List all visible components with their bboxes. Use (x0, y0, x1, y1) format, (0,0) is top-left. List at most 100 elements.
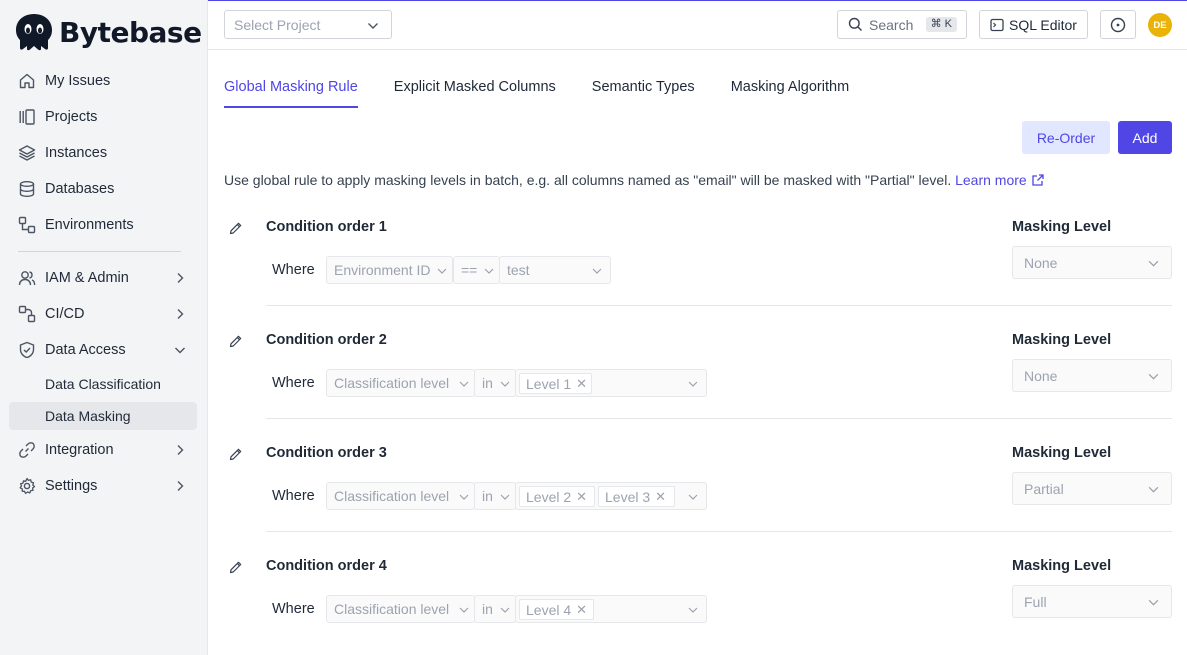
environments-icon (17, 215, 37, 235)
chevron-down-icon (1148, 260, 1159, 267)
sidebar-item-label: Data Masking (45, 408, 131, 424)
pencil-icon[interactable] (228, 334, 243, 349)
masking-level-select[interactable]: Full (1012, 585, 1172, 618)
tab-explicit-masked-columns[interactable]: Explicit Masked Columns (394, 70, 556, 108)
sql-editor-label: SQL Editor (1009, 16, 1077, 33)
rule-divider (266, 531, 1172, 532)
tab-label: Masking Algorithm (730, 79, 850, 95)
pencil-icon[interactable] (228, 221, 243, 236)
masking-level-value: Full (1024, 593, 1047, 610)
masking-level-select[interactable]: Partial (1012, 472, 1172, 505)
tab-semantic-types[interactable]: Semantic Types (592, 70, 695, 108)
close-icon[interactable]: ✕ (655, 489, 666, 505)
value-tag: Level 1 ✕ (519, 373, 592, 394)
sidebar-item-integration[interactable]: Integration (9, 436, 197, 464)
sidebar-item-label: Environments (45, 217, 134, 233)
value-tag: Level 2 ✕ (519, 486, 595, 507)
chevron-down-icon (175, 347, 185, 354)
operator-select[interactable]: in (474, 369, 516, 397)
value-tag-label: Level 3 (605, 488, 651, 505)
chevron-right-icon (177, 309, 184, 319)
sidebar-item-iam-admin[interactable]: IAM & Admin (9, 264, 197, 292)
pencil-icon[interactable] (228, 447, 243, 462)
chevron-right-icon (177, 481, 184, 491)
logo[interactable]: Bytebase (14, 13, 202, 51)
top-header: Select Project Search ⌘ K SQL Editor DE (208, 1, 1187, 50)
rule-title: Condition order 2 (266, 332, 387, 348)
chevron-down-icon (500, 607, 510, 613)
masking-level-value: Partial (1024, 480, 1064, 497)
factor-select[interactable]: Classification level (326, 482, 475, 510)
project-select[interactable]: Select Project (224, 10, 392, 39)
masking-level-select[interactable]: None (1012, 246, 1172, 279)
pencil-icon[interactable] (228, 560, 243, 575)
close-icon[interactable]: ✕ (576, 602, 587, 618)
value-multiselect[interactable]: Level 1 ✕ (515, 369, 707, 397)
sidebar-item-databases[interactable]: Databases (9, 175, 197, 203)
sidebar-subitem-data-masking[interactable]: Data Masking (9, 402, 197, 430)
chevron-right-icon (177, 445, 184, 455)
value-tag-label: Level 2 (526, 488, 572, 505)
value-select[interactable]: test (499, 256, 611, 284)
operator-select[interactable]: == (453, 256, 500, 284)
sidebar-item-settings[interactable]: Settings (9, 472, 197, 500)
value-tag-label: Level 1 (526, 375, 572, 392)
operator-select[interactable]: in (474, 595, 516, 623)
help-circle-icon (1110, 17, 1126, 32)
where-label: Where (272, 262, 315, 278)
chevron-down-icon (437, 268, 447, 274)
masking-level-select[interactable]: None (1012, 359, 1172, 392)
search-shortcut: ⌘ K (925, 17, 957, 32)
chevron-down-icon (592, 268, 602, 274)
masking-level-label: Masking Level (1012, 445, 1112, 461)
sidebar-item-my-issues[interactable]: My Issues (9, 67, 197, 95)
learn-more-link[interactable]: Learn more (955, 172, 1044, 188)
chevron-down-icon (459, 494, 469, 500)
project-select-placeholder: Select Project (234, 16, 321, 33)
masking-tabs: Global Masking Rule Explicit Masked Colu… (224, 70, 849, 108)
search-button[interactable]: Search ⌘ K (837, 10, 967, 39)
value-multiselect[interactable]: Level 2 ✕ Level 3 ✕ (515, 482, 707, 510)
avatar-initials: DE (1153, 19, 1167, 31)
sidebar-item-environments[interactable]: Environments (9, 211, 197, 239)
masking-rule: Condition order 4 Where Classification l… (224, 555, 1172, 655)
chevron-down-icon (1148, 486, 1159, 493)
chevron-down-icon (368, 23, 378, 29)
sidebar-item-instances[interactable]: Instances (9, 139, 197, 167)
database-icon (17, 179, 37, 199)
factor-select[interactable]: Environment ID (326, 256, 453, 284)
reorder-button[interactable]: Re-Order (1022, 121, 1110, 154)
tab-label: Semantic Types (591, 79, 695, 95)
tab-masking-algorithm[interactable]: Masking Algorithm (731, 70, 849, 108)
sidebar-divider (18, 251, 181, 252)
rule-title: Condition order 1 (266, 219, 387, 235)
close-icon[interactable]: ✕ (576, 376, 587, 392)
factor-select[interactable]: Classification level (326, 369, 475, 397)
value-multiselect[interactable]: Level 4 ✕ (515, 595, 707, 623)
help-button[interactable] (1100, 10, 1136, 39)
operator-value: in (482, 375, 493, 391)
sidebar-item-data-access[interactable]: Data Access (9, 336, 197, 364)
chevron-down-icon (688, 607, 698, 613)
operator-value: in (482, 488, 493, 504)
sidebar-item-cicd[interactable]: CI/CD (9, 300, 197, 328)
masking-rule: Condition order 3 Where Classification l… (224, 442, 1172, 555)
add-button[interactable]: Add (1118, 121, 1172, 154)
close-icon[interactable]: ✕ (576, 489, 587, 505)
where-label: Where (272, 488, 315, 504)
where-label: Where (272, 601, 315, 617)
sidebar-item-label: CI/CD (45, 306, 85, 322)
avatar[interactable]: DE (1148, 13, 1172, 37)
rule-title: Condition order 4 (266, 558, 387, 574)
chevron-down-icon (500, 494, 510, 500)
sidebar-item-projects[interactable]: Projects (9, 103, 197, 131)
chevron-down-icon (484, 268, 494, 274)
sql-editor-button[interactable]: SQL Editor (979, 10, 1088, 39)
sidebar-item-label: My Issues (45, 73, 111, 89)
factor-select[interactable]: Classification level (326, 595, 475, 623)
operator-select[interactable]: in (474, 482, 516, 510)
tab-global-masking-rule[interactable]: Global Masking Rule (224, 70, 358, 108)
operator-value: in (482, 601, 493, 617)
sidebar-subitem-data-classification[interactable]: Data Classification (9, 370, 197, 398)
search-icon (848, 17, 862, 31)
